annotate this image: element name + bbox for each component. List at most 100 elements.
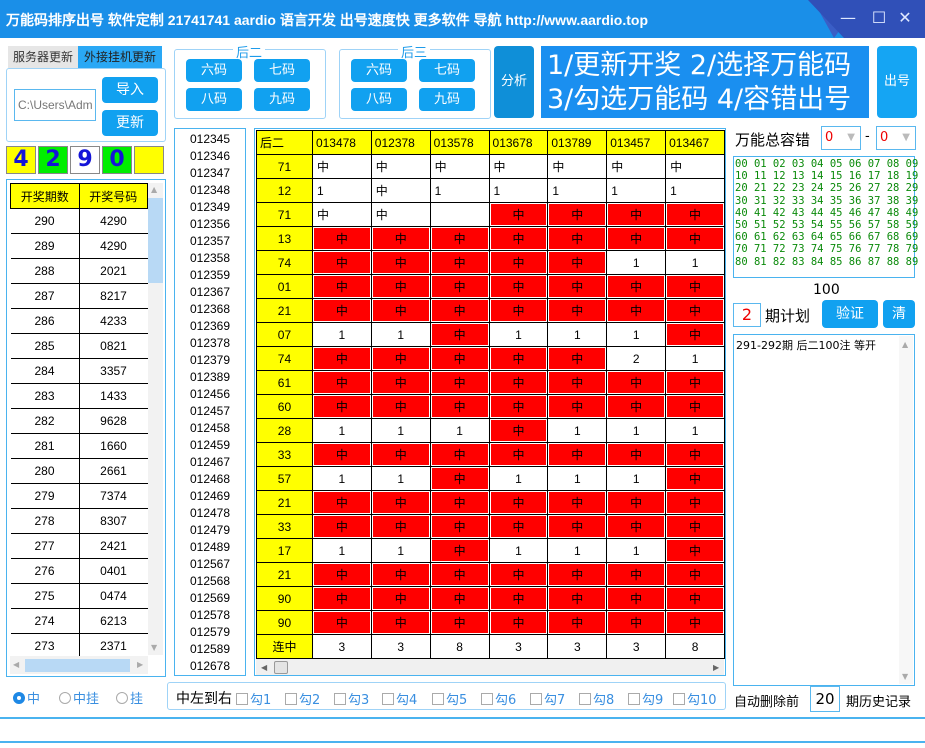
scroll-down-icon[interactable]: ▼ [902,672,908,681]
scroll-right-icon[interactable]: ▶ [137,660,143,669]
combination-item[interactable]: 012348 [175,182,245,199]
combination-item[interactable]: 012358 [175,250,245,267]
combination-item[interactable]: 012356 [175,216,245,233]
hou2-six-code-button[interactable]: 六码 [186,59,242,82]
history-row[interactable]: 280 2661 [10,458,148,484]
minimize-button[interactable]: — [838,8,858,27]
radio-hit[interactable]: 中 [13,688,40,707]
close-button[interactable]: ✕ [895,8,915,27]
hou3-six-code-button[interactable]: 六码 [351,59,407,82]
combination-item[interactable]: 012346 [175,148,245,165]
hou2-seven-code-button[interactable]: 七码 [254,59,310,82]
checkbox-4[interactable]: 勾4 [382,689,417,708]
combination-item[interactable]: 012457 [175,403,245,420]
history-row[interactable]: 276 0401 [10,558,148,584]
checkbox-9[interactable]: 勾9 [628,689,663,708]
tab-server-update[interactable]: 服务器更新 [8,46,78,68]
radio-miss[interactable]: 挂 [116,688,143,707]
history-row[interactable]: 285 0821 [10,333,148,359]
checkbox-3[interactable]: 勾3 [334,689,369,708]
scroll-thumb[interactable] [148,198,163,283]
combination-item[interactable]: 012469 [175,488,245,505]
history-row[interactable]: 274 6213 [10,608,148,634]
number-pool[interactable]: 00 01 02 03 04 05 06 07 08 09 10 11 12 1… [733,156,918,278]
history-row[interactable]: 289 4290 [10,233,148,259]
grid-column-header[interactable]: 013478 [311,130,372,155]
grid-column-header[interactable]: 013678 [488,130,549,155]
combination-item[interactable]: 012369 [175,318,245,335]
combination-item[interactable]: 012569 [175,590,245,607]
checkbox-6[interactable]: 勾6 [481,689,516,708]
history-row[interactable]: 283 1433 [10,383,148,409]
radio-hit-miss[interactable]: 中挂 [59,688,99,707]
analyze-button[interactable]: 分析 [494,46,534,118]
history-row[interactable]: 278 8307 [10,508,148,534]
combination-item[interactable]: 012347 [175,165,245,182]
auto-delete-input[interactable]: 20 [810,686,840,712]
combination-item[interactable]: 012367 [175,284,245,301]
history-horizontal-scrollbar[interactable]: ◀ ▶ [10,656,148,674]
combination-item[interactable]: 012359 [175,267,245,284]
history-row[interactable]: 281 1660 [10,433,148,459]
hou2-nine-code-button[interactable]: 九码 [254,88,310,111]
hou3-seven-code-button[interactable]: 七码 [419,59,475,82]
combination-item[interactable]: 012389 [175,369,245,386]
combination-item[interactable]: 012459 [175,437,245,454]
history-row[interactable]: 286 4233 [10,308,148,334]
scroll-left-icon[interactable]: ◀ [13,660,19,669]
combination-item[interactable]: 012357 [175,233,245,250]
combination-item[interactable]: 012467 [175,454,245,471]
checkbox-10[interactable]: 勾10 [673,689,717,708]
combination-item[interactable]: 012489 [175,539,245,556]
history-row[interactable]: 290 4290 [10,208,148,234]
maximize-button[interactable]: ☐ [869,8,889,27]
combination-item[interactable]: 012589 [175,641,245,658]
history-row[interactable]: 275 0474 [10,583,148,609]
grid-column-header[interactable]: 013467 [665,130,725,155]
grid-horizontal-scrollbar[interactable]: ◀ ▶ [256,659,724,675]
combination-item[interactable]: 012468 [175,471,245,488]
hou3-nine-code-button[interactable]: 九码 [419,88,475,111]
tolerance-from-select[interactable]: 0 ▼ [821,126,861,150]
tolerance-to-select[interactable]: 0 ▼ [876,126,916,150]
history-row[interactable]: 287 8217 [10,283,148,309]
combination-item[interactable]: 012379 [175,352,245,369]
scroll-right-icon[interactable]: ▶ [713,663,719,672]
scroll-up-icon[interactable]: ▲ [902,340,908,349]
checkbox-5[interactable]: 勾5 [432,689,467,708]
combination-item[interactable]: 012478 [175,505,245,522]
scroll-down-icon[interactable]: ▼ [151,643,157,652]
scroll-left-icon[interactable]: ◀ [261,663,267,672]
scroll-thumb[interactable] [274,661,288,674]
combination-item[interactable]: 012568 [175,573,245,590]
update-button[interactable]: 更新 [102,110,158,136]
combination-item[interactable]: 012456 [175,386,245,403]
tab-external-update[interactable]: 外接挂机更新 [78,46,162,68]
scroll-thumb[interactable] [25,659,130,672]
checkbox-1[interactable]: 勾1 [236,689,271,708]
history-row[interactable]: 277 2421 [10,533,148,559]
history-vertical-scrollbar[interactable]: ▲ ▼ [148,183,163,655]
history-row[interactable]: 288 2021 [10,258,148,284]
combination-item[interactable]: 012678 [175,658,245,675]
combination-item[interactable]: 012479 [175,522,245,539]
clear-button[interactable]: 清 [883,300,915,328]
hou2-eight-code-button[interactable]: 八码 [186,88,242,111]
combination-item[interactable]: 012368 [175,301,245,318]
scroll-up-icon[interactable]: ▲ [151,185,157,194]
history-row[interactable]: 284 3357 [10,358,148,384]
combination-item[interactable]: 012579 [175,624,245,641]
checkbox-7[interactable]: 勾7 [530,689,565,708]
path-input[interactable] [14,89,96,121]
combination-item[interactable]: 012578 [175,607,245,624]
verify-button[interactable]: 验证 [822,300,878,328]
grid-column-header[interactable]: 012378 [370,130,431,155]
history-row[interactable]: 282 9628 [10,408,148,434]
plan-periods-input[interactable]: 2 [733,303,761,327]
combination-item[interactable]: 012345 [175,131,245,148]
combination-item[interactable]: 012458 [175,420,245,437]
log-scrollbar[interactable]: ▲ ▼ [899,336,913,684]
import-button[interactable]: 导入 [102,77,158,103]
checkbox-8[interactable]: 勾8 [579,689,614,708]
checkbox-2[interactable]: 勾2 [285,689,320,708]
